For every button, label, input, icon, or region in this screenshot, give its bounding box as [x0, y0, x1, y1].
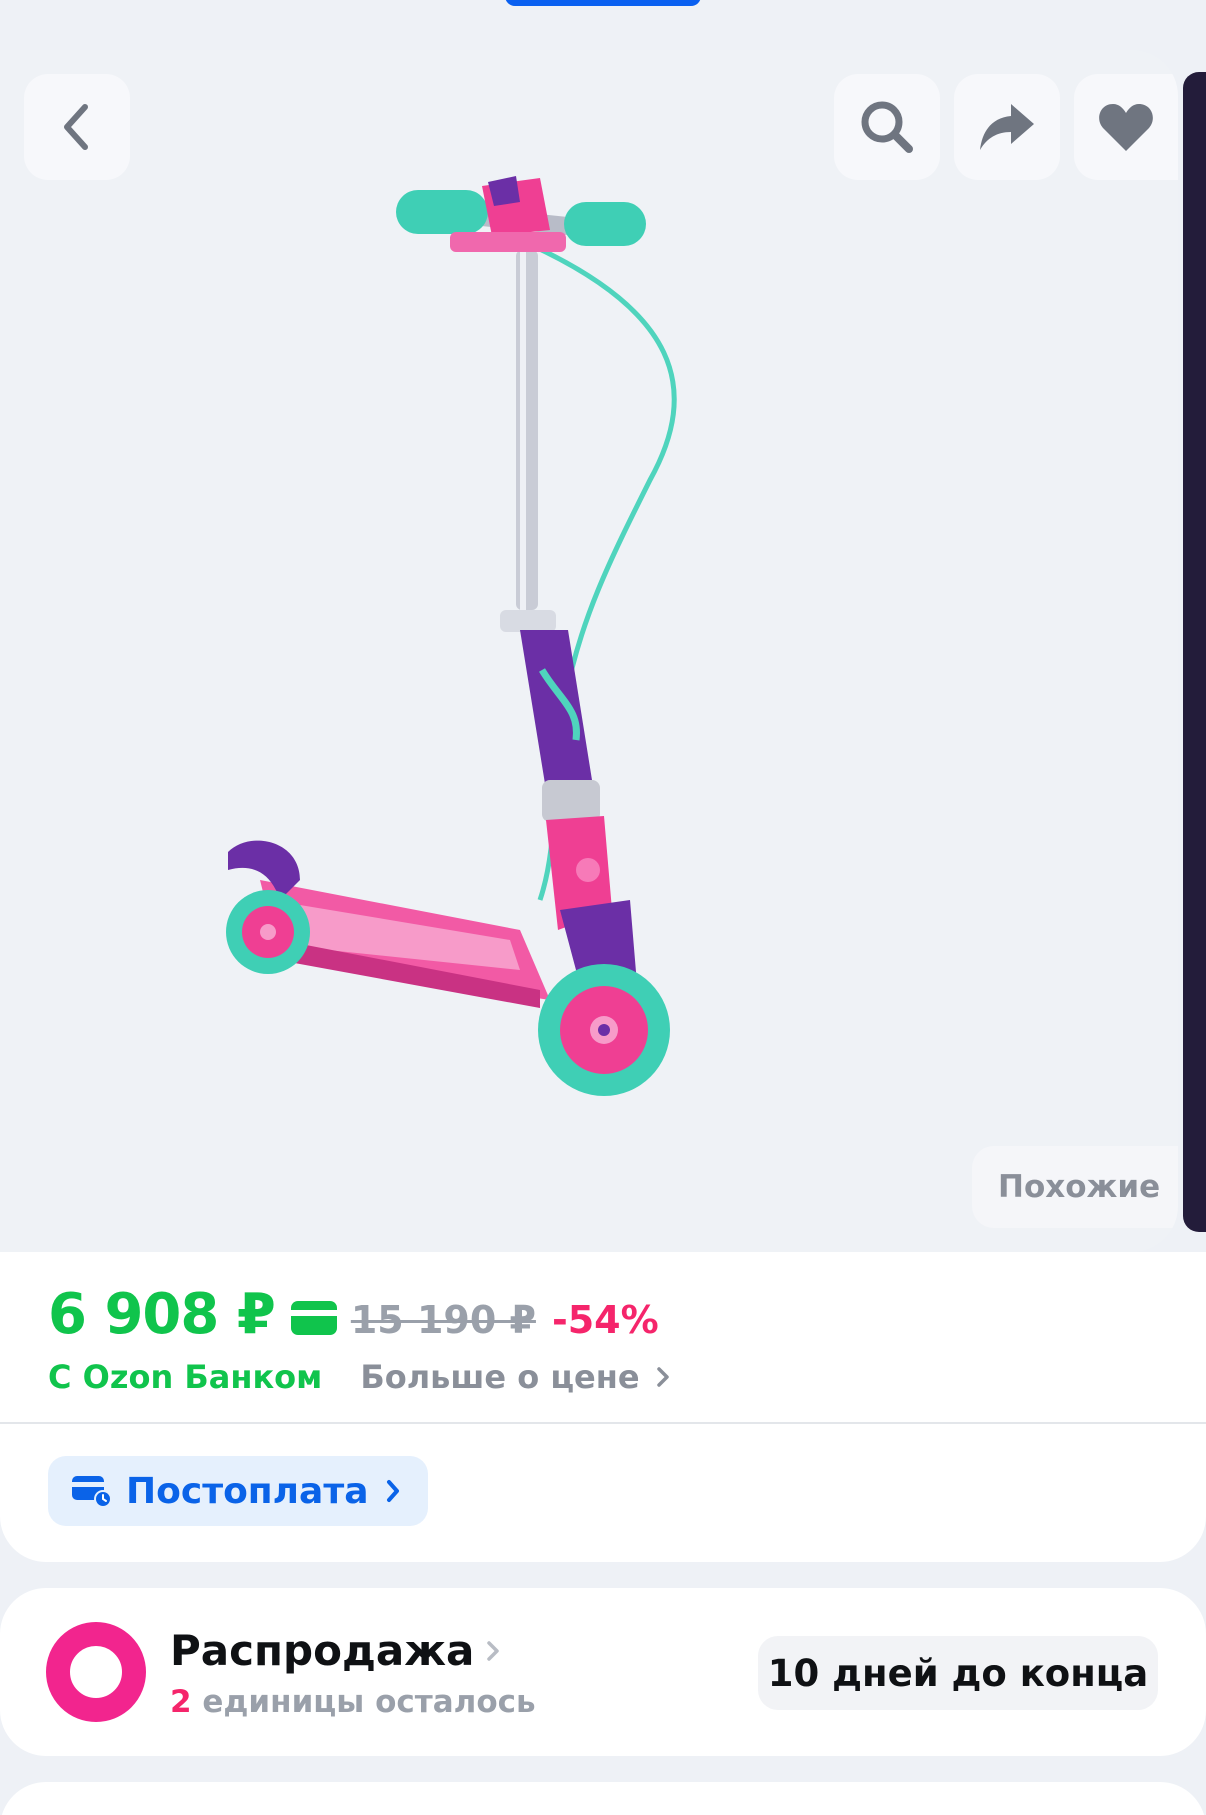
credit-card-icon [290, 1301, 337, 1335]
bank-row: С Ozon Банком Больше о цене [48, 1358, 670, 1396]
card-clock-icon [72, 1476, 112, 1508]
share-icon [980, 104, 1034, 150]
share-button[interactable] [954, 74, 1060, 180]
chevron-left-icon [64, 104, 88, 150]
old-price: 15 190 ₽ [350, 1298, 536, 1342]
more-about-price-link[interactable]: Больше о цене [360, 1358, 669, 1396]
sale-title-row[interactable]: Распродажа [170, 1626, 500, 1675]
heart-icon [1099, 104, 1153, 151]
more-about-price-label: Больше о цене [360, 1358, 640, 1396]
chevron-right-icon [386, 1480, 399, 1502]
next-section-card [0, 1782, 1206, 1815]
sale-ring-icon [46, 1622, 146, 1722]
favorite-button[interactable] [1074, 74, 1178, 180]
price-card: 6 908 ₽ 15 190 ₽ -54% С Ozon Банком Боль… [0, 1252, 1206, 1562]
next-image-preview[interactable] [1183, 72, 1206, 1232]
chevron-right-icon [487, 1640, 500, 1661]
sale-title: Распродажа [170, 1626, 475, 1675]
days-left-badge: 10 дней до конца [758, 1636, 1158, 1710]
units-left-label: единицы осталось [202, 1684, 536, 1720]
top-handle [505, 0, 701, 6]
postpay-label: Постоплата [126, 1470, 369, 1512]
similar-products-button[interactable]: Похожие [972, 1146, 1178, 1228]
search-icon [861, 101, 913, 153]
ozon-bank-label: С Ozon Банком [48, 1358, 323, 1396]
divider [0, 1422, 1206, 1424]
units-left-count: 2 [170, 1684, 192, 1720]
search-button[interactable] [834, 74, 940, 180]
back-button[interactable] [24, 74, 130, 180]
postpay-button[interactable]: Постоплата [48, 1456, 428, 1526]
current-price: 6 908 ₽ [48, 1282, 276, 1347]
units-left: 2 единицы осталось [170, 1684, 536, 1720]
price-row: 6 908 ₽ 15 190 ₽ -54% [48, 1282, 659, 1347]
product-image-scooter [226, 176, 677, 1096]
sale-card[interactable]: Распродажа 2 единицы осталось 10 дней до… [0, 1588, 1206, 1756]
chevron-right-icon [656, 1367, 669, 1387]
discount-badge: -54% [551, 1298, 659, 1342]
product-gallery[interactable]: Похожие [0, 50, 1178, 1252]
